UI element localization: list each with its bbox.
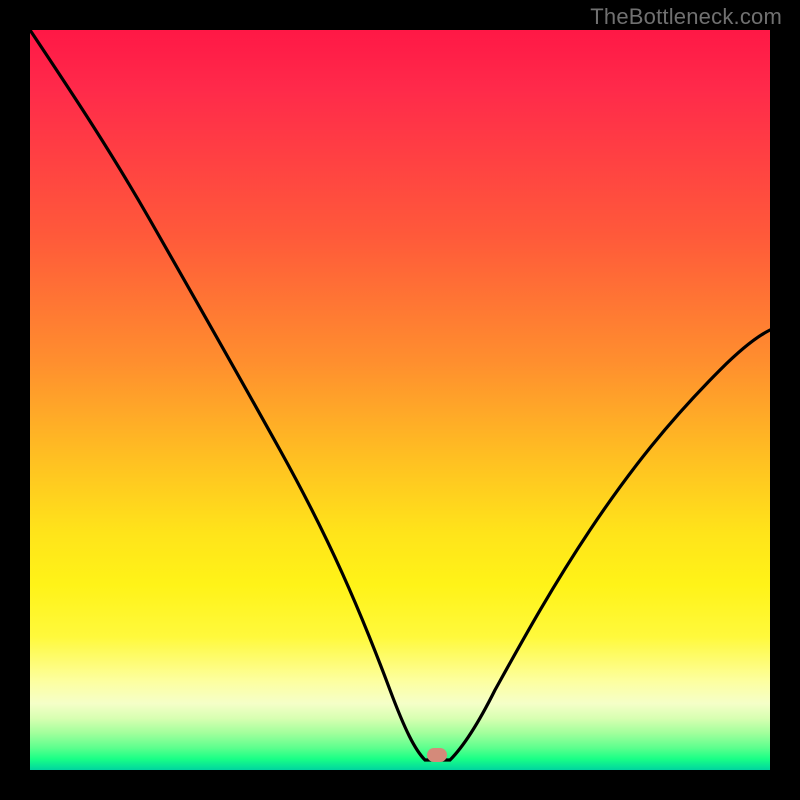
line-chart — [30, 30, 770, 770]
bottleneck-curve — [30, 30, 770, 760]
plot-area — [30, 30, 770, 770]
watermark-text: TheBottleneck.com — [590, 4, 782, 30]
chart-frame: TheBottleneck.com — [0, 0, 800, 800]
optimum-marker — [427, 748, 447, 762]
